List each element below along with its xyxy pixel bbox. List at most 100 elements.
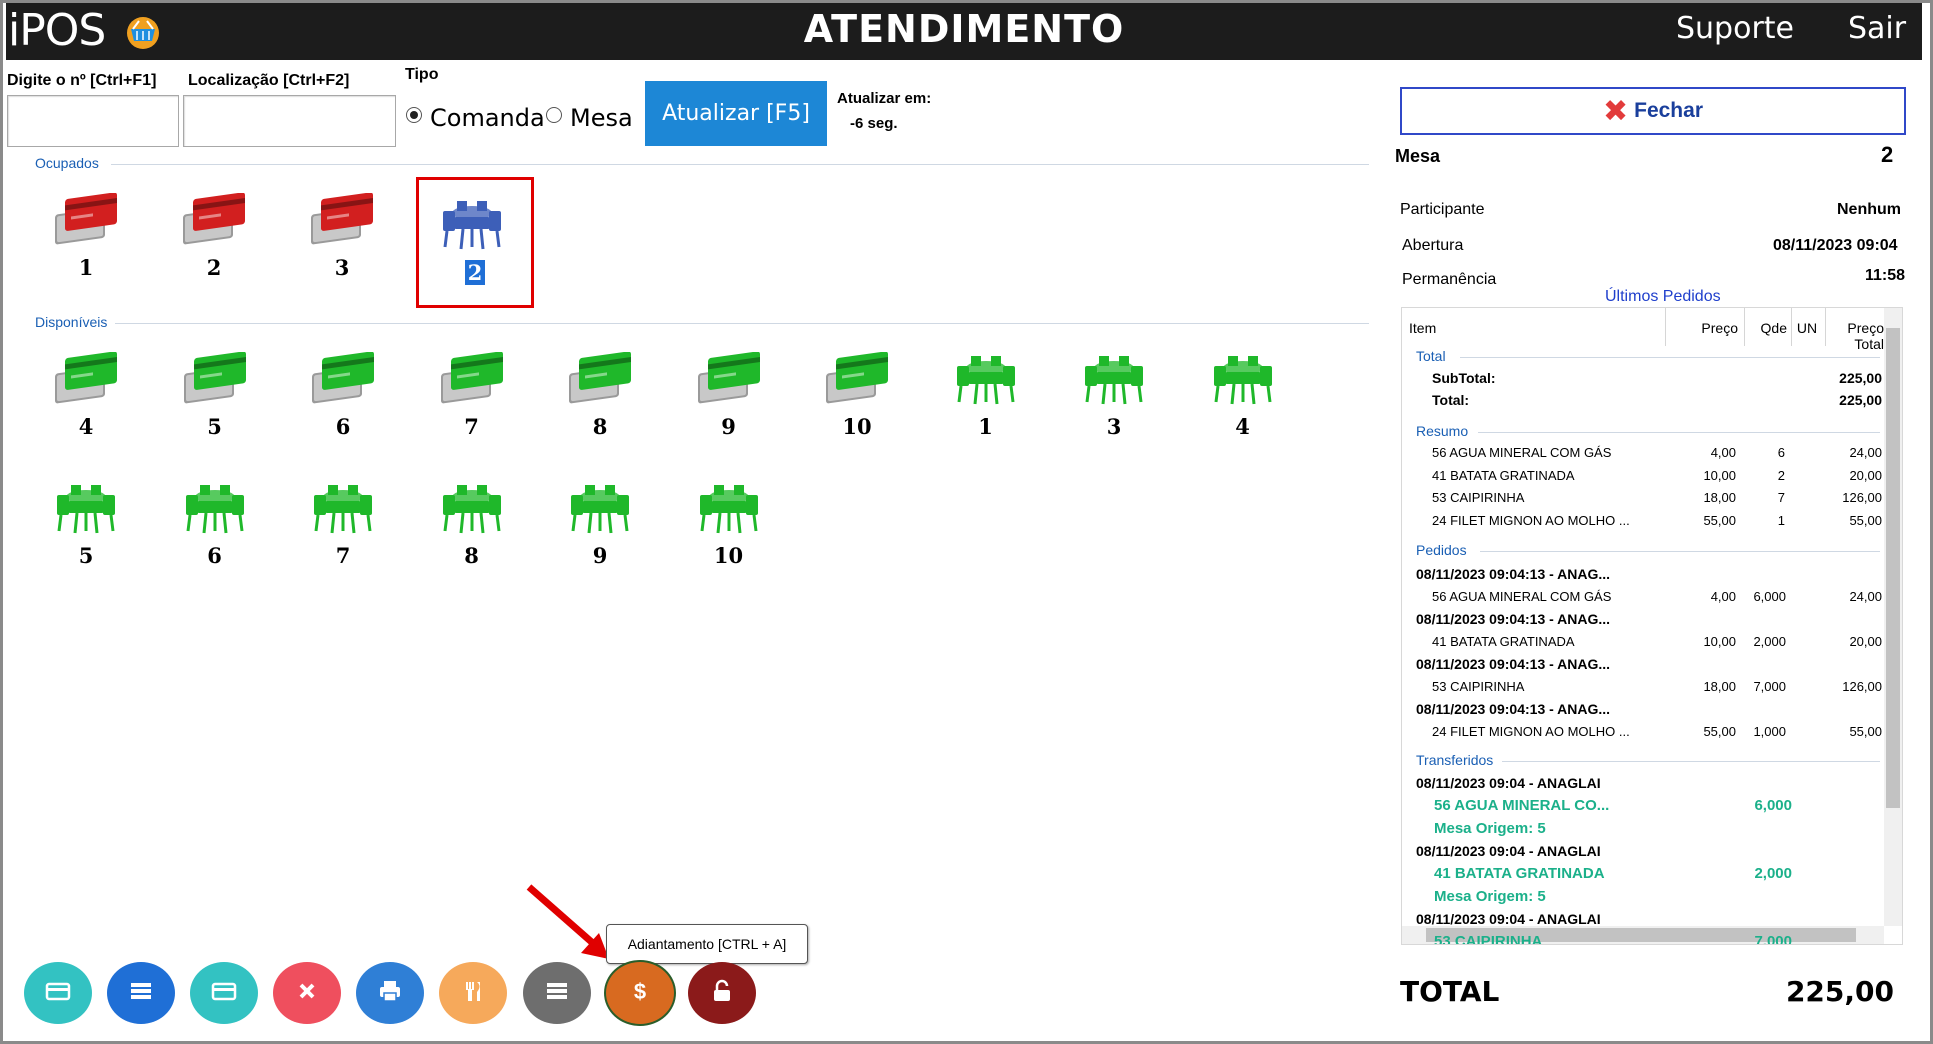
resumo-qde: 1 <box>1777 512 1785 528</box>
mesa-tile-4[interactable]: 4 <box>1193 342 1293 452</box>
card-icon <box>567 351 633 406</box>
tile-number: 1 <box>78 255 94 280</box>
tile-number: 4 <box>1235 414 1250 439</box>
radio-unchecked-icon <box>546 107 562 123</box>
subtotal-value: 225,00 <box>1839 370 1882 386</box>
mesa-tile-9[interactable]: 9 <box>550 471 650 581</box>
comanda-tile-9[interactable]: 9 <box>679 342 779 452</box>
comanda-tile-4[interactable]: 4 <box>36 342 136 452</box>
tile-number: 6 <box>207 543 222 568</box>
close-button[interactable]: ✖ Fechar <box>1400 87 1906 135</box>
resumo-total: 20,00 <box>1849 467 1882 483</box>
support-link[interactable]: Suporte <box>1676 11 1794 46</box>
resumo-item: 53 CAIPIRINHA <box>1432 490 1525 505</box>
participante-label: Participante <box>1400 201 1485 218</box>
refresh-button[interactable]: Atualizar [F5] <box>645 81 827 146</box>
radio-mesa-label: Mesa <box>570 104 633 132</box>
comanda-tile-5[interactable]: 5 <box>165 342 265 452</box>
comanda-tile-7[interactable]: 7 <box>422 342 522 452</box>
pedido-total: 24,00 <box>1849 589 1882 604</box>
list-action-button[interactable] <box>523 962 591 1024</box>
print-action-button[interactable] <box>356 962 424 1024</box>
resumo-total: 55,00 <box>1849 512 1882 528</box>
col-header-qde[interactable]: Qde <box>1747 320 1787 336</box>
pedido-item: 53 CAIPIRINHA <box>1432 679 1525 694</box>
mesa-tile-6[interactable]: 6 <box>165 471 265 581</box>
table-icon <box>310 481 376 535</box>
transfer-header: 08/11/2023 09:04 - ANAGLAI <box>1416 843 1601 859</box>
comanda-tile-3[interactable]: 3 <box>292 183 392 293</box>
mesa-tile-1[interactable]: 1 <box>936 342 1036 452</box>
card-action-button[interactable] <box>24 962 92 1024</box>
dollar-action-button[interactable]: $ <box>606 962 674 1024</box>
mesa-tile-8[interactable]: 8 <box>422 471 522 581</box>
vertical-scroll-thumb[interactable] <box>1886 328 1900 808</box>
pedido-header: 08/11/2023 09:04:13 - ANAG... <box>1416 656 1611 672</box>
unlock-action-button[interactable] <box>688 962 756 1024</box>
col-header-preco-total[interactable]: Preço Total <box>1822 320 1884 352</box>
transfer-item: 41 BATATA GRATINADA <box>1434 865 1605 882</box>
transfer-qde: 6,000 <box>1754 797 1792 814</box>
mesa-label: Mesa <box>1395 146 1441 166</box>
resumo-total: 126,00 <box>1842 490 1882 505</box>
type-label: Tipo <box>405 66 439 83</box>
last-orders-title: Últimos Pedidos <box>1605 288 1721 305</box>
mesa-tile-2[interactable]: 2 <box>416 177 534 308</box>
col-header-item[interactable]: Item <box>1409 320 1436 336</box>
pedido-preco: 4,00 <box>1710 589 1736 604</box>
resumo-preco: 10,00 <box>1703 467 1736 483</box>
comanda-tile-2[interactable]: 2 <box>164 183 264 293</box>
resumo-total: 24,00 <box>1849 445 1882 460</box>
exit-link[interactable]: Sair <box>1848 11 1906 46</box>
available-divider <box>115 323 1369 324</box>
col-header-preco[interactable]: Preço <box>1662 320 1738 336</box>
table-icon <box>567 481 633 535</box>
tile-number: 3 <box>1106 414 1122 439</box>
card-icon <box>310 351 376 406</box>
comanda-tile-1[interactable]: 1 <box>36 183 136 293</box>
location-input[interactable] <box>183 95 396 147</box>
pedido-total: 55,00 <box>1849 724 1882 739</box>
mesa-tile-5[interactable]: 5 <box>36 471 136 581</box>
tile-number: 5 <box>78 543 94 568</box>
pedido-item: 41 BATATA GRATINADA <box>1432 634 1575 649</box>
number-input[interactable] <box>7 95 179 147</box>
resumo-preco: 4,00 <box>1710 445 1736 460</box>
total-label: TOTAL <box>1400 975 1500 1008</box>
pedido-item: 24 FILET MIGNON AO MOLHO ... <box>1432 724 1630 739</box>
card-action-button[interactable] <box>190 962 258 1024</box>
tile-number: 2 <box>419 260 531 285</box>
comanda-tile-8[interactable]: 8 <box>550 342 650 452</box>
list-action-button[interactable] <box>107 962 175 1024</box>
col-header-un[interactable]: UN <box>1792 320 1822 336</box>
close-icon: ✖ <box>1602 93 1629 129</box>
mesa-tile-10[interactable]: 10 <box>679 471 779 581</box>
fork-knife-icon <box>459 977 487 1010</box>
vertical-scrollbar[interactable] <box>1884 308 1902 926</box>
top-bar: iPOS ATENDIMENTO Suporte Sair <box>6 3 1922 60</box>
comanda-tile-10[interactable]: 10 <box>807 342 907 452</box>
card-icon <box>210 977 238 1010</box>
orders-grid[interactable]: Item Preço Qde UN Preço Total Total SubT… <box>1401 307 1903 945</box>
abertura-value: 08/11/2023 09:04 <box>1773 237 1898 254</box>
radio-comanda[interactable]: Comanda <box>406 104 545 132</box>
number-label: Digite o nº [Ctrl+F1] <box>7 72 157 89</box>
table-icon <box>439 481 505 535</box>
close-action-button[interactable] <box>273 962 341 1024</box>
comanda-tile-6[interactable]: 6 <box>293 342 393 452</box>
total-row-label: Total: <box>1432 392 1470 408</box>
card-icon <box>439 351 505 406</box>
table-icon <box>182 481 248 535</box>
mesa-tile-7[interactable]: 7 <box>293 471 393 581</box>
resumo-preco: 55,00 <box>1703 512 1736 528</box>
tile-number: 10 <box>842 414 872 439</box>
mesa-tile-3[interactable]: 3 <box>1064 342 1164 452</box>
transfer-item: 56 AGUA MINERAL CO... <box>1434 797 1610 814</box>
fork-knife-action-button[interactable] <box>439 962 507 1024</box>
transfer-origem: Mesa Origem: 5 <box>1434 820 1546 837</box>
radio-mesa[interactable]: Mesa <box>546 104 633 132</box>
resumo-qde: 7 <box>1777 490 1785 505</box>
radio-comanda-label: Comanda <box>430 104 545 132</box>
resumo-item: 24 FILET MIGNON AO MOLHO ... <box>1432 512 1630 528</box>
list-icon <box>543 977 571 1010</box>
